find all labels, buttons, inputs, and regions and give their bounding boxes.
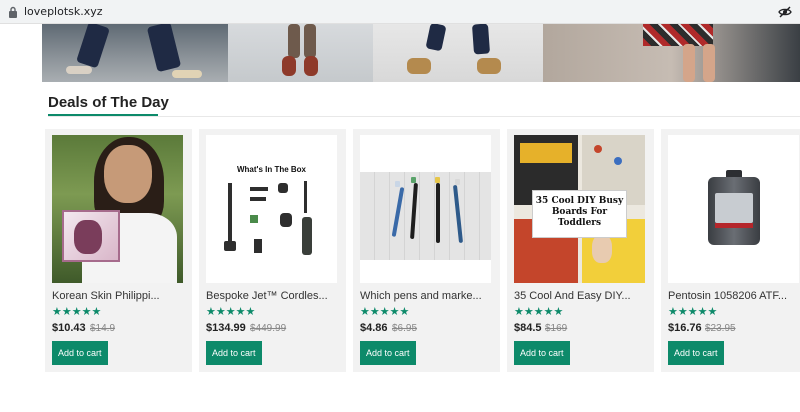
product-image[interactable]: What's In The Box (206, 135, 337, 283)
product-price: $134.99 (206, 322, 246, 334)
product-list: Korean Skin Philippi... ★★★★★ $10.43 $14… (45, 129, 800, 372)
add-to-cart-button[interactable]: Add to cart (206, 341, 262, 365)
product-old-price: $6.95 (392, 323, 418, 334)
product-title[interactable]: Bespoke Jet™ Cordles... (206, 290, 340, 302)
product-old-price: $169 (545, 323, 568, 334)
product-price: $4.86 (360, 322, 388, 334)
product-title[interactable]: Korean Skin Philippi... (52, 290, 186, 302)
product-old-price: $23.95 (705, 323, 736, 334)
product-title[interactable]: 35 Cool And Easy DIY... (514, 290, 648, 302)
rating-stars: ★★★★★ (668, 306, 718, 318)
add-to-cart-button[interactable]: Add to cart (668, 341, 724, 365)
rating-stars: ★★★★★ (52, 306, 102, 318)
hero-image-2 (228, 24, 373, 82)
lock-icon (9, 6, 17, 18)
browser-address-bar[interactable]: loveplotsk.xyz (0, 0, 800, 24)
section-title: Deals of The Day (48, 94, 169, 111)
hero-image-1 (42, 24, 228, 82)
product-image[interactable] (52, 135, 183, 283)
url-text[interactable]: loveplotsk.xyz (24, 5, 103, 18)
product-card[interactable]: What's In The Box Bespoke Jet™ Cordles..… (199, 129, 346, 372)
product-card[interactable]: Pentosin 1058206 ATF... ★★★★★ $16.76 $23… (661, 129, 800, 372)
rating-stars: ★★★★★ (360, 306, 410, 318)
product-card[interactable]: Which pens and marke... ★★★★★ $4.86 $6.9… (353, 129, 500, 372)
product-image[interactable]: 35 Cool DIY Busy Boards For Toddlers (514, 135, 645, 283)
product-title[interactable]: Pentosin 1058206 ATF... (668, 290, 800, 302)
product-image-caption: 35 Cool DIY Busy Boards For Toddlers (532, 190, 627, 238)
add-to-cart-button[interactable]: Add to cart (52, 341, 108, 365)
hero-banner (42, 24, 800, 82)
product-price: $10.43 (52, 322, 86, 334)
section-divider (48, 116, 800, 117)
product-price: $16.76 (668, 322, 702, 334)
rating-stars: ★★★★★ (514, 306, 564, 318)
product-old-price: $14.9 (90, 323, 116, 334)
product-image[interactable] (360, 135, 491, 283)
product-title[interactable]: Which pens and marke... (360, 290, 494, 302)
add-to-cart-button[interactable]: Add to cart (360, 341, 416, 365)
hero-image-3 (373, 24, 543, 82)
product-card[interactable]: Korean Skin Philippi... ★★★★★ $10.43 $14… (45, 129, 192, 372)
add-to-cart-button[interactable]: Add to cart (514, 341, 570, 365)
product-image-caption: What's In The Box (236, 165, 306, 174)
eye-off-icon[interactable] (778, 5, 792, 19)
hero-image-4 (543, 24, 800, 82)
rating-stars: ★★★★★ (206, 306, 256, 318)
product-card[interactable]: 35 Cool DIY Busy Boards For Toddlers 35 … (507, 129, 654, 372)
product-old-price: $449.99 (250, 323, 287, 334)
product-image[interactable] (668, 135, 799, 283)
product-price: $84.5 (514, 322, 542, 334)
